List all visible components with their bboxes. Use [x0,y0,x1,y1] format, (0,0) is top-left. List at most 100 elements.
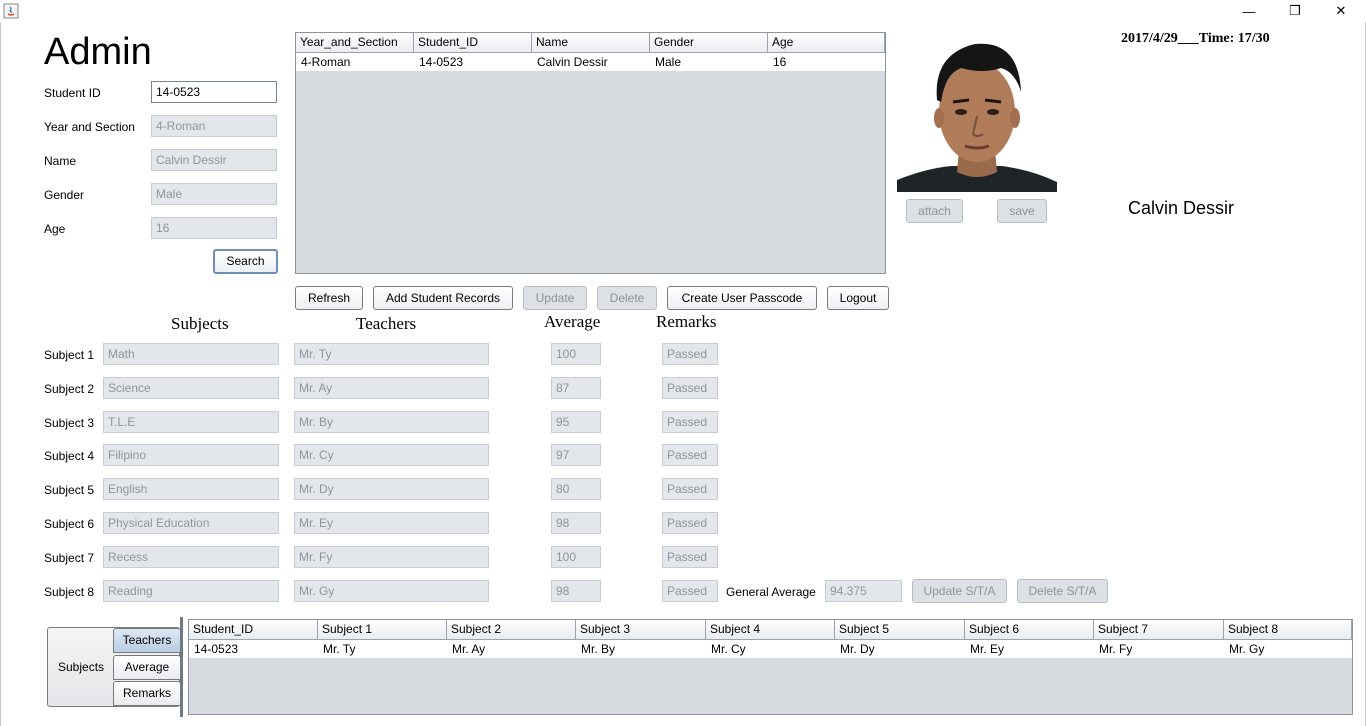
subject-label: Subject 5 [44,483,95,497]
window-titlebar: — ❐ ✕ [0,0,1366,22]
tab-teachers[interactable]: Teachers [113,628,181,653]
restore-button[interactable]: ❐ [1272,0,1318,22]
col-header[interactable]: Subject 3 [576,620,706,639]
average-field[interactable]: 87 [551,377,601,399]
col-header[interactable]: Student_ID [414,33,532,52]
teacher-field[interactable]: Mr. Fy [294,546,489,568]
col-header[interactable]: Subject 5 [835,620,965,639]
year-section-field[interactable]: 4-Roman [151,115,277,137]
minimize-button[interactable]: — [1226,0,1272,22]
gender-field[interactable]: Male [151,183,277,205]
subject-field[interactable]: Math [103,343,279,365]
remarks-field[interactable]: Passed [662,444,718,466]
subject-label: Subject 1 [44,348,95,362]
col-header[interactable]: Subject 2 [447,620,576,639]
close-button[interactable]: ✕ [1318,0,1364,22]
create-user-passcode-button[interactable]: Create User Passcode [667,286,817,310]
table-cell: 4-Roman [301,55,351,69]
col-header[interactable]: Name [532,33,650,52]
age-field[interactable]: 16 [151,217,277,239]
search-button[interactable]: Search [213,249,278,274]
teacher-field[interactable]: Mr. Ey [294,512,489,534]
student-id-input[interactable]: 14-0523 [151,81,277,103]
remarks-field[interactable]: Passed [662,478,718,500]
subject-label: Subject 7 [44,551,95,565]
remarks-field[interactable]: Passed [662,512,718,534]
col-header[interactable]: Subject 4 [706,620,835,639]
remarks-field[interactable]: Passed [662,377,718,399]
table-cell: Mr. Ty [323,642,356,656]
average-header: Average [544,312,601,331]
update-sta-button[interactable]: Update S/T/A [912,579,1007,603]
table-cell: Mr. Fy [1099,642,1133,656]
attach-button[interactable]: attach [906,199,963,223]
average-field[interactable]: 98 [551,580,601,602]
teacher-field[interactable]: Mr. Gy [294,580,489,602]
table-cell: Mr. Cy [711,642,746,656]
general-average-field[interactable]: 94.375 [825,580,902,602]
col-header[interactable]: Subject 7 [1094,620,1224,639]
refresh-button[interactable]: Refresh [295,286,363,310]
table-row[interactable]: 14-0523 Mr. Ty Mr. Ay Mr. By Mr. Cy Mr. … [189,640,1352,658]
col-header[interactable]: Subject 1 [318,620,447,639]
subject-field[interactable]: Filipino [103,444,279,466]
col-header[interactable]: Subject 6 [965,620,1094,639]
average-field[interactable]: 80 [551,478,601,500]
tab-average[interactable]: Average [113,655,181,680]
remarks-field[interactable]: Passed [662,580,718,602]
teacher-field[interactable]: Mr. Ty [294,343,489,365]
teachers-table: Student_ID Subject 1 Subject 2 Subject 3… [188,619,1353,715]
subject-field[interactable]: Recess [103,546,279,568]
name-field[interactable]: Calvin Dessir [151,149,277,171]
average-field[interactable]: 100 [551,546,601,568]
delete-sta-button[interactable]: Delete S/T/A [1017,579,1108,603]
average-field[interactable]: 95 [551,411,601,433]
tab-remarks[interactable]: Remarks [113,681,181,706]
table-cell: 14-0523 [419,55,464,69]
general-average-label: General Average [726,585,816,599]
col-header[interactable]: Year_and_Section [296,33,414,52]
col-header[interactable]: Student_ID [189,620,318,639]
datetime-display: 2017/4/29___Time: 17/30 [1121,31,1270,46]
table-cell: Mr. Gy [1229,642,1265,656]
subject-label: Subject 8 [44,585,95,599]
student-name-display: Calvin Dessir [1128,198,1235,218]
remarks-field[interactable]: Passed [662,411,718,433]
teacher-field[interactable]: Mr. Cy [294,444,489,466]
col-header[interactable]: Gender [650,33,768,52]
table-cell: 14-0523 [194,642,239,656]
average-field[interactable]: 97 [551,444,601,466]
subjects-header: Subjects [171,314,229,333]
teachers-table-header: Student_ID Subject 1 Subject 2 Subject 3… [189,620,1352,640]
remarks-field[interactable]: Passed [662,546,718,568]
teacher-field[interactable]: Mr. Dy [294,478,489,500]
teacher-field[interactable]: Mr. Ay [294,377,489,399]
col-header[interactable]: Age [768,33,885,52]
delete-button[interactable]: Delete [597,286,657,310]
subject-field[interactable]: T.L.E [103,411,279,433]
remarks-header: Remarks [656,312,717,331]
logout-button[interactable]: Logout [827,286,889,310]
window-border-left [0,22,1,726]
col-header[interactable]: Subject 8 [1224,620,1352,639]
students-table-header: Year_and_Section Student_ID Name Gender … [296,33,885,53]
table-cell: Mr. Dy [840,642,875,656]
table-cell: Calvin Dessir [537,55,608,69]
subject-field[interactable]: Reading [103,580,279,602]
teacher-field[interactable]: Mr. By [294,411,489,433]
save-button[interactable]: save [997,199,1047,223]
remarks-field[interactable]: Passed [662,343,718,365]
update-button[interactable]: Update [523,286,587,310]
table-row[interactable]: 4-Roman 14-0523 Calvin Dessir Male 16 [296,53,885,71]
subject-label: Subject 4 [44,449,95,463]
subject-field[interactable]: Physical Education [103,512,279,534]
subject-field[interactable]: Science [103,377,279,399]
split-pane-divider[interactable] [180,617,183,717]
average-field[interactable]: 98 [551,512,601,534]
subject-field[interactable]: English [103,478,279,500]
add-student-records-button[interactable]: Add Student Records [373,286,513,310]
average-field[interactable]: 100 [551,343,601,365]
students-table: Year_and_Section Student_ID Name Gender … [295,32,886,274]
age-label: Age [44,222,66,236]
tab-subjects[interactable]: Subjects [58,660,104,674]
